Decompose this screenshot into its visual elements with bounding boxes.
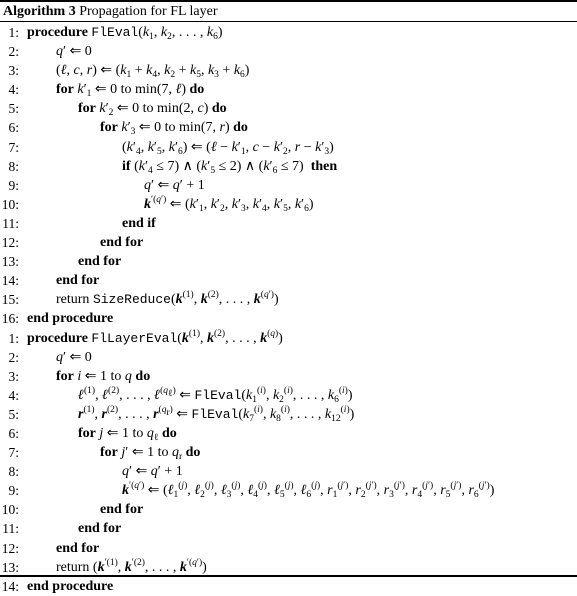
line-code: (ℓ, c, r) ⇐ (k1 + k4, k2 + k5, k3 + k6) [56, 63, 250, 81]
line-number: 12: [1, 235, 19, 251]
line-number: 10: [1, 196, 19, 212]
algorithm-label: Algorithm 3 [3, 4, 76, 19]
line-number: 8: [8, 158, 19, 174]
line-number: 4: [8, 387, 19, 403]
algorithm-line: 11: end if [0, 214, 577, 233]
line-code: end for [100, 502, 144, 518]
algorithm-line: 6: for j ⇐ 1 to qℓ do [0, 424, 577, 443]
line-code: for i ⇐ 1 to q do [56, 368, 151, 384]
line-code: for j ⇐ 1 to qℓ do [78, 425, 177, 443]
line-code: q′ ⇐ q′ + 1 [144, 177, 205, 193]
line-code: if (k′4 ≤ 7) ∧ (k′5 ≤ 2) ∧ (k′6 ≤ 7) the… [122, 158, 338, 176]
line-number: 1: [8, 25, 19, 40]
algorithm-line: 6: for k′3 ⇐ 0 to min(7, r) do [0, 118, 577, 137]
caption-rule [0, 21, 577, 22]
algorithm-line: 4: for k′1 ⇐ 0 to min(7, ℓ) do [0, 80, 577, 99]
algorithm-line: 1: procedure FlEval(k1, k2, . . . , k6) [0, 23, 577, 42]
line-number: 15: [1, 292, 19, 308]
line-code: k′(q′) ⇐ (ℓ1(j), ℓ2(j), ℓ3(j), ℓ4(j), ℓ5… [122, 481, 495, 501]
line-number: 11: [2, 521, 19, 537]
algorithm-line: 9: q′ ⇐ q′ + 1 [0, 176, 577, 195]
line-code: procedure FlLayerEval(k(1), k(2), . . . … [27, 328, 283, 346]
line-number: 10: [1, 502, 19, 518]
line-code: q′ ⇐ 0 [56, 44, 92, 60]
line-code: end for [100, 235, 144, 251]
bottom-rule [0, 575, 577, 577]
line-code: end for [56, 273, 100, 289]
line-number: 3: [8, 63, 19, 79]
line-number: 12: [1, 540, 19, 556]
algorithm-line: 5: for k′2 ⇐ 0 to min(2, c) do [0, 99, 577, 118]
algorithm-line: 4: ℓ(1), ℓ(2), . . . , ℓ(qℓ) ⇐ FlEval(k1(… [0, 386, 577, 405]
algorithm-line: 13: end for [0, 252, 577, 271]
line-code: end if [122, 215, 156, 231]
line-number: 16: [1, 311, 19, 327]
algorithm-caption: Algorithm 3 Propagation for FL layer [3, 3, 218, 20]
algorithm-line: 3: for i ⇐ 1 to q do [0, 367, 577, 386]
line-code: (k′4, k′5, k′6) ⇐ (ℓ − k′1, c − k′2, r −… [122, 139, 334, 157]
algorithm-line: 13: return (k′(1), k′(2), . . . , k′(q′)) [0, 558, 577, 577]
line-number: 4: [8, 82, 19, 98]
algorithm-line: 10: end for [0, 500, 577, 519]
algorithm-line: 2: q′ ⇐ 0 [0, 348, 577, 367]
algorithm-line: 14: end for [0, 271, 577, 290]
line-code: r(1), r(2), . . . , r(qr) ⇐ FlEval(k7(i)… [78, 404, 355, 424]
line-code: for k′3 ⇐ 0 to min(7, r) do [100, 120, 248, 138]
line-number: 13: [1, 559, 19, 575]
line-number: 9: [8, 483, 19, 499]
algorithm-line: 3: (ℓ, c, r) ⇐ (k1 + k4, k2 + k5, k3 + k6… [0, 61, 577, 80]
line-code: for k′2 ⇐ 0 to min(2, c) do [78, 101, 227, 119]
algorithm-line: 15: return SizeReduce(k(1), k(2), . . . ,… [0, 290, 577, 309]
algorithm-line: 12: end for [0, 539, 577, 558]
algorithm-body: 1: procedure FlEval(k1, k2, . . . , k6) 2:… [0, 23, 577, 596]
line-number: 11: [2, 215, 19, 231]
algorithm-line: 11: end for [0, 519, 577, 538]
line-code: end for [56, 540, 100, 556]
line-code: ℓ(1), ℓ(2), . . . , ℓ(qℓ) ⇐ FlEval(k1(i)… [78, 385, 353, 405]
line-code: k′(q′) ⇐ (k′1, k′2, k′3, k′4, k′5, k′6) [144, 194, 314, 214]
algorithm-line: 8: if (k′4 ≤ 7) ∧ (k′5 ≤ 2) ∧ (k′6 ≤ 7) t… [0, 157, 577, 176]
algorithm-line: 12: end for [0, 233, 577, 252]
algorithm-line: 7: for j′ ⇐ 1 to qr do [0, 443, 577, 462]
algorithm-line: 5: r(1), r(2), . . . , r(qr) ⇐ FlEval(k7(… [0, 405, 577, 424]
line-code: end for [78, 521, 122, 537]
line-number: 9: [8, 177, 19, 193]
algorithm-line: 8: q′ ⇐ q′ + 1 [0, 462, 577, 481]
line-number: 6: [8, 425, 19, 441]
line-number: 14: [1, 273, 19, 289]
algorithm-line: 1: procedure FlLayerEval(k(1), k(2), . . … [0, 329, 577, 348]
algorithm-line: 10: k′(q′) ⇐ (k′1, k′2, k′3, k′4, k′5, k′… [0, 195, 577, 214]
line-number: 2: [8, 44, 19, 60]
line-number: 2: [8, 349, 19, 365]
line-number: 1: [8, 330, 19, 346]
algorithm-line: 2: q′ ⇐ 0 [0, 42, 577, 61]
line-code: for j′ ⇐ 1 to qr do [100, 445, 201, 463]
line-code: q′ ⇐ q′ + 1 [122, 464, 183, 480]
algorithm-line: 9: k′(q′) ⇐ (ℓ1(j), ℓ2(j), ℓ3(j), ℓ4(j), … [0, 481, 577, 501]
line-code: return (k′(1), k′(2), . . . , k′(q′)) [56, 557, 207, 575]
line-code: return SizeReduce(k(1), k(2), . . . , k(… [56, 290, 279, 308]
algorithm-line: 16: end procedure [0, 309, 577, 328]
line-number: 7: [8, 445, 19, 461]
top-rule [0, 0, 577, 2]
line-code: procedure FlEval(k1, k2, . . . , k6) [27, 25, 223, 42]
line-code: q′ ⇐ 0 [56, 349, 92, 365]
line-number: 3: [8, 368, 19, 384]
algorithm-title: Propagation for FL layer [79, 4, 218, 19]
line-code: end for [78, 254, 122, 270]
line-code: for k′1 ⇐ 0 to min(7, ℓ) do [56, 82, 205, 100]
algorithm-line: 7: (k′4, k′5, k′6) ⇐ (ℓ − k′1, c − k′2, r… [0, 138, 577, 157]
line-number: 6: [8, 120, 19, 136]
line-number: 8: [8, 464, 19, 480]
line-number: 5: [8, 101, 19, 117]
line-number: 13: [1, 254, 19, 270]
line-number: 7: [8, 139, 19, 155]
line-number: 5: [8, 406, 19, 422]
line-code: end procedure [27, 311, 114, 327]
